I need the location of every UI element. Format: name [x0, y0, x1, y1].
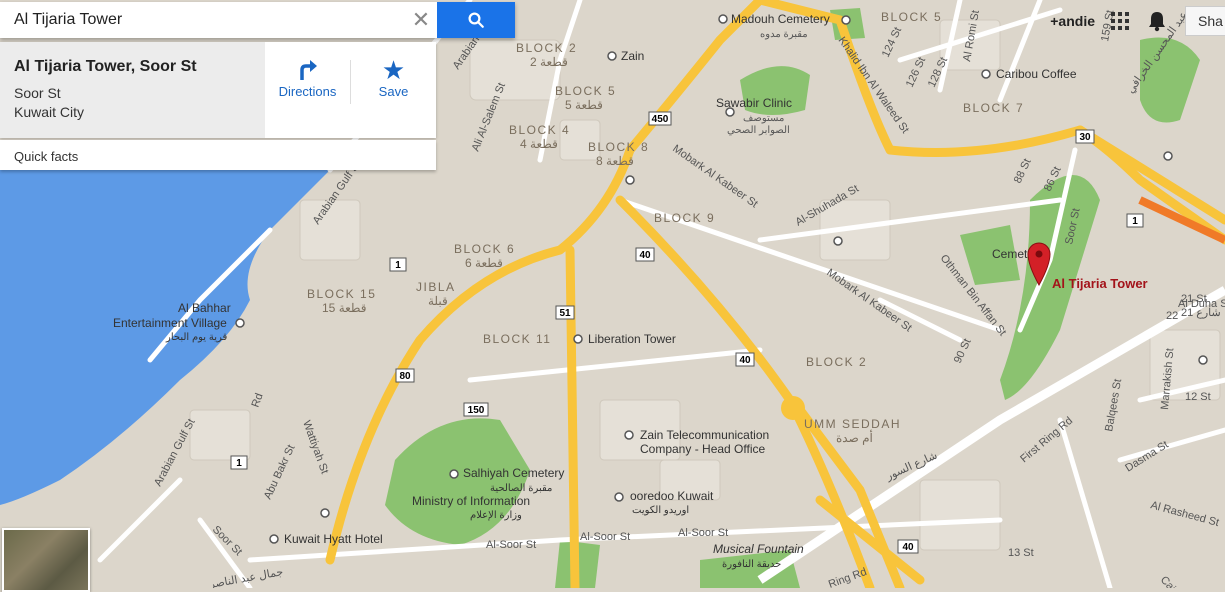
result-actions: Directions ★ Save [265, 42, 436, 138]
user-name-link[interactable]: +andie [1050, 13, 1095, 29]
quick-facts-link[interactable]: Quick facts [0, 140, 436, 170]
block-11-label: BLOCK 11 [483, 332, 551, 346]
caribou-label: Caribou Coffee [996, 67, 1077, 81]
share-button[interactable]: Sha [1185, 6, 1225, 36]
search-input[interactable] [0, 2, 405, 38]
shield-1a: 1 [395, 260, 401, 271]
salhiyah-label: Salhiyah Cemetery [463, 466, 564, 480]
result-card: Al Tijaria Tower, Soor St Soor St Kuwait… [0, 42, 436, 138]
zaintel-label-1: Zain Telecommunication [640, 428, 769, 442]
search-bar: ✕ [0, 2, 515, 38]
block-9-label: BLOCK 9 [654, 211, 715, 225]
star-icon: ★ [381, 55, 406, 85]
block-2-ar: قطعة 2 [530, 55, 568, 69]
roundabout [781, 396, 805, 420]
earth-view-thumbnail[interactable] [2, 528, 90, 592]
directions-button[interactable]: Directions [265, 56, 350, 99]
block-2-right-label: BLOCK 2 [806, 355, 867, 369]
street-12: 12 St [1185, 391, 1211, 403]
umm-seddah-label: UMM SEDDAH [804, 417, 901, 431]
shield-150: 150 [468, 405, 485, 416]
zaintel-label-2: Company - Head Office [640, 442, 765, 456]
shield-30: 30 [1079, 132, 1091, 143]
directions-icon [299, 60, 317, 80]
cemet-label: Cemet [992, 247, 1028, 261]
salhiyah-ar: مقبرة الصالحية [490, 483, 552, 494]
street-21-ar: شارع 21 [1181, 307, 1221, 319]
ooredoo-label: ooredoo Kuwait [630, 489, 714, 503]
result-title: Al Tijaria Tower, Soor St [14, 58, 197, 75]
block-2-label: BLOCK 2 [516, 41, 577, 55]
street-alsoor-1: Al-Soor St [486, 539, 536, 551]
block-5-ar: قطعة 5 [565, 98, 603, 112]
ministry-ar: وزارة الإعلام [470, 510, 522, 521]
albahhar-label-1: Al Bahhar [178, 301, 231, 315]
zain-label: Zain [621, 49, 644, 63]
block-6-label: BLOCK 6 [454, 242, 515, 256]
clear-search-button[interactable]: ✕ [405, 2, 437, 38]
albahhar-label-2: Entertainment Village [113, 316, 227, 330]
madouh-ar: مقبرة مدوه [760, 29, 808, 40]
save-button[interactable]: ★ Save [351, 56, 436, 99]
marker-label: Al Tijaria Tower [1052, 276, 1148, 291]
block-5-label: BLOCK 5 [555, 84, 616, 98]
top-right-controls: +andie Sha [1050, 6, 1225, 36]
block-4-label: BLOCK 4 [509, 123, 570, 137]
jibla-ar: قبلة [428, 294, 448, 308]
block-7-label: BLOCK 7 [963, 101, 1024, 115]
shield-40a: 40 [639, 250, 651, 261]
save-label: Save [378, 84, 409, 99]
shield-1c: 1 [236, 458, 242, 469]
notification-bell-icon[interactable] [1147, 10, 1167, 32]
block-8-label: BLOCK 8 [588, 140, 649, 154]
shield-80: 80 [399, 371, 411, 382]
ooredoo-ar: اوريدو الكويت [632, 505, 689, 516]
search-icon [468, 12, 484, 28]
street-alsoor-3: Al-Soor St [678, 527, 728, 539]
shield-51: 51 [559, 308, 571, 319]
result-info[interactable]: Al Tijaria Tower, Soor St Soor St Kuwait… [0, 42, 265, 138]
block-6-ar: قطعة 6 [465, 256, 503, 270]
sawabir-ar2: الصوابر الصحي [727, 125, 790, 136]
shield-1b: 1 [1132, 216, 1138, 227]
result-address-line-1: Soor St [14, 85, 61, 101]
street-22: 22 [1166, 310, 1178, 322]
ministry-label: Ministry of Information [412, 494, 530, 508]
block-15-label: BLOCK 15 [307, 287, 376, 301]
search-button[interactable] [437, 2, 515, 38]
apps-grid-icon[interactable] [1111, 12, 1129, 30]
shield-40b: 40 [739, 355, 751, 366]
street-21: 21 St [1181, 293, 1207, 305]
directions-label: Directions [278, 84, 337, 99]
jibla-label: JIBLA [416, 280, 456, 294]
musical-ar: حديقة النافورة [722, 559, 781, 570]
block-8-ar: قطعة 8 [596, 154, 634, 168]
street-alsoor-2: Al-Soor St [580, 531, 630, 543]
shield-40c: 40 [902, 542, 914, 553]
liberation-label: Liberation Tower [588, 332, 676, 346]
albahhar-ar: قرية يوم البحار [165, 332, 228, 343]
block-5-top-label: BLOCK 5 [881, 10, 942, 24]
block-15-ar: قطعة 15 [322, 301, 367, 315]
madouh-label: Madouh Cemetery [731, 12, 830, 26]
musical-label: Musical Fountain [713, 542, 804, 556]
sawabir-ar1: مستوصف [743, 113, 784, 124]
close-icon: ✕ [411, 7, 431, 32]
sawabir-label: Sawabir Clinic [716, 96, 792, 110]
result-address-line-2: Kuwait City [14, 104, 85, 120]
block-4-ar: قطعة 4 [520, 137, 558, 151]
street-13: 13 St [1008, 547, 1034, 559]
shield-450: 450 [652, 114, 669, 125]
hyatt-label: Kuwait Hyatt Hotel [284, 532, 383, 546]
umm-seddah-ar: أم صدة [836, 430, 873, 445]
